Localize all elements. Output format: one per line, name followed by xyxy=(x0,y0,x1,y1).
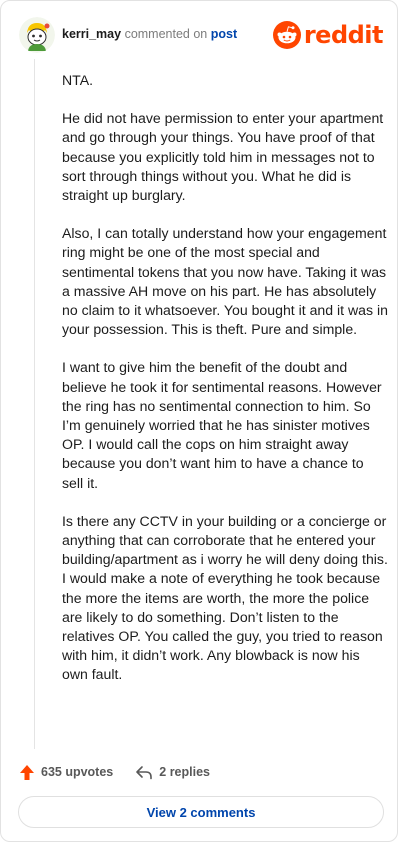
comment-paragraph: Is there any CCTV in your building or a … xyxy=(62,512,388,683)
reddit-logo[interactable]: reddit xyxy=(272,19,384,51)
reply-button[interactable]: 2 replies xyxy=(135,765,210,780)
reply-count: 2 replies xyxy=(159,765,210,779)
upvote-count: 635 upvotes xyxy=(41,765,114,779)
comment-body: NTA. He did not have permission to enter… xyxy=(62,71,388,704)
comment-paragraph: He did not have permission to enter your… xyxy=(62,110,384,204)
reply-arrow-icon xyxy=(136,765,153,779)
comment-paragraph: Also, I can totally understand how your … xyxy=(62,225,388,338)
reddit-wordmark: reddit xyxy=(303,21,384,49)
username-link[interactable]: kerri_may xyxy=(62,27,121,41)
thread-line[interactable] xyxy=(34,59,35,749)
comment-paragraph: I want to give him the benefit of the do… xyxy=(62,359,382,491)
comment-byline: kerri_may commented on post xyxy=(62,27,237,41)
upvote-arrow-icon xyxy=(20,764,34,780)
comment-header: kerri_may commented on post reddit xyxy=(17,15,384,55)
comment-paragraph: NTA. xyxy=(62,72,94,88)
comment-actions: 635 upvotes 2 replies xyxy=(19,761,232,783)
reddit-snoo-icon xyxy=(272,21,301,49)
action-text: commented on xyxy=(124,27,208,41)
view-comments-button[interactable]: View 2 comments xyxy=(18,796,384,828)
post-link[interactable]: post xyxy=(211,27,237,41)
comment-card: kerri_may commented on post reddit NTA. … xyxy=(0,0,398,842)
upvote-button[interactable]: 635 upvotes xyxy=(19,764,113,781)
user-avatar[interactable] xyxy=(19,17,55,53)
